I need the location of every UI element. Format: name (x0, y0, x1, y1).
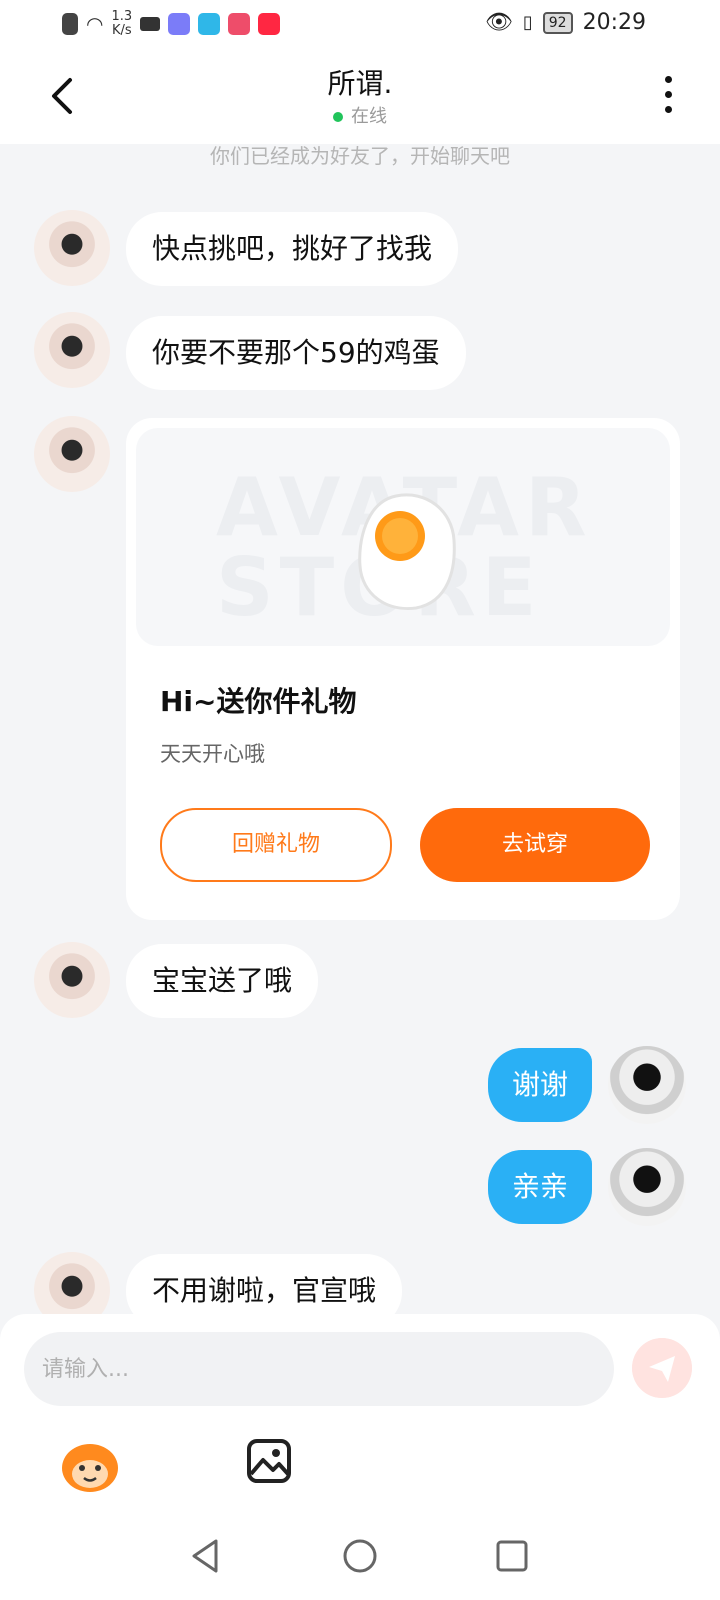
gift-title: Hi~送你件礼物 (160, 685, 357, 718)
more-vertical-icon[interactable] (662, 76, 674, 116)
system-nav-bar (0, 1516, 720, 1600)
clock: 20:29 (582, 10, 646, 35)
status-left: ◠ 1.3 K/s (62, 10, 281, 38)
net-speed: 1.3 K/s (111, 10, 132, 38)
return-gift-button[interactable]: 回赠礼物 (160, 808, 392, 882)
vibrate-icon: ▯ (522, 12, 533, 33)
net-speed-unit: K/s (111, 23, 132, 38)
gift-subtitle: 天天开心哦 (160, 742, 265, 766)
eye-icon: 👁 (484, 10, 513, 35)
my-message-bubble[interactable]: 谢谢 (487, 1048, 592, 1122)
app-icon-1 (168, 13, 191, 35)
app-icon-2 (198, 13, 221, 35)
message-bubble[interactable]: 宝宝送了哦 (126, 944, 319, 1018)
image-icon[interactable] (246, 1438, 292, 1484)
gift-image: AVATAR STORE (136, 428, 670, 646)
try-on-button[interactable]: 去试穿 (420, 808, 650, 882)
nav-recents-icon[interactable] (492, 1536, 532, 1576)
send-icon[interactable] (632, 1338, 692, 1398)
fried-egg-icon (358, 493, 456, 611)
online-dot (333, 112, 343, 122)
status-right: 👁 ▯ 92 20:29 (485, 10, 646, 35)
contact-avatar[interactable] (34, 942, 110, 1018)
status-bar: ◠ 1.3 K/s 👁 ▯ 92 20:29 (0, 0, 720, 48)
my-avatar[interactable] (608, 1046, 686, 1124)
my-message-bubble[interactable]: 亲亲 (487, 1150, 592, 1224)
contact-name: 所谓. (327, 67, 393, 100)
wifi-icon: ◠ (86, 12, 104, 36)
app-icon-4 (258, 13, 281, 35)
emoji-icon[interactable] (60, 1438, 120, 1494)
presence-status: 在线 (0, 102, 720, 128)
gift-card[interactable]: AVATAR STORE Hi~送你件礼物 天天开心哦 回赠礼物 去试穿 (126, 418, 680, 920)
contact-avatar[interactable] (34, 210, 110, 286)
chat-header: 所谓. 在线 (0, 48, 720, 144)
message-bubble[interactable]: 快点挑吧，挑好了找我 (126, 212, 459, 286)
video-icon (140, 17, 161, 31)
message-input[interactable] (24, 1332, 614, 1406)
nav-back-icon[interactable] (186, 1536, 226, 1576)
battery-indicator: 92 (542, 11, 573, 34)
system-note: 你们已经成为好友了，开始聊天吧 (210, 144, 510, 168)
alert-icon (62, 13, 78, 35)
contact-avatar[interactable] (34, 312, 110, 388)
app-icon-3 (228, 13, 251, 35)
contact-avatar[interactable] (34, 416, 110, 492)
nav-home-icon[interactable] (340, 1536, 380, 1576)
presence-label: 在线 (351, 106, 387, 127)
net-speed-value: 1.3 (111, 9, 133, 24)
message-bubble[interactable]: 你要不要那个59的鸡蛋 (126, 316, 466, 390)
my-avatar[interactable] (608, 1148, 686, 1226)
